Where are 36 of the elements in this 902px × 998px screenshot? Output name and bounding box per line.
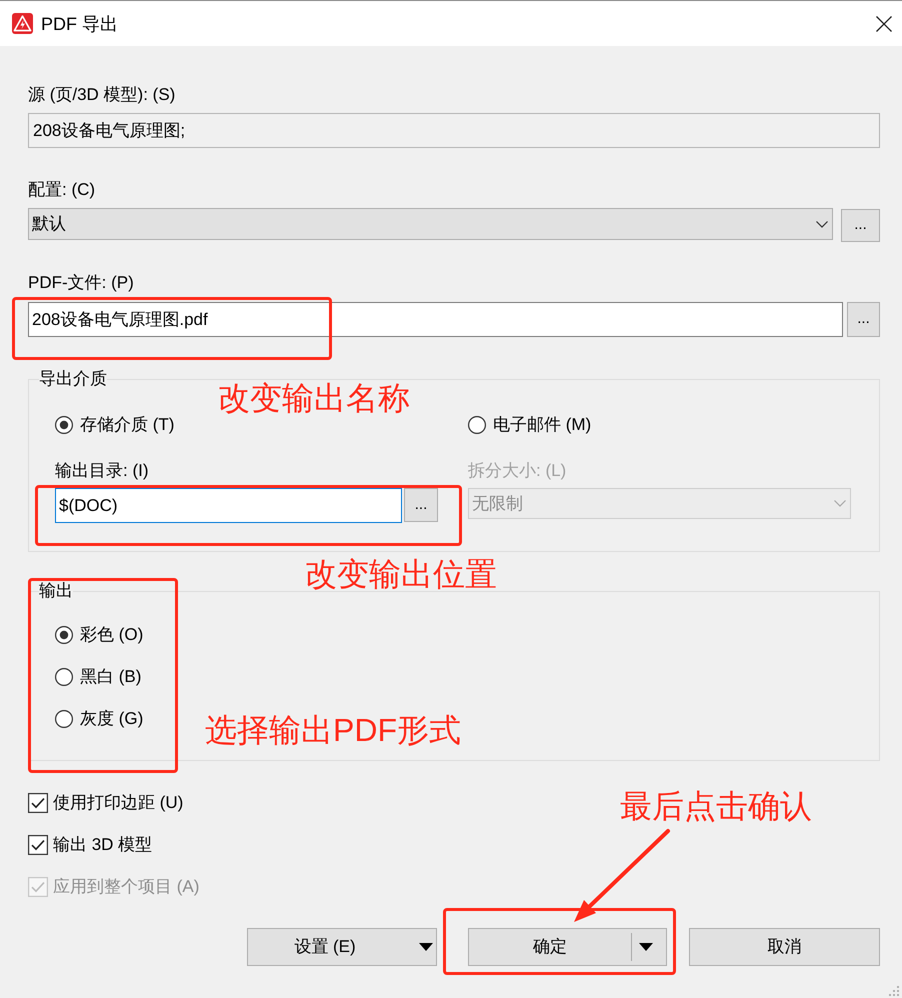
directory-field[interactable]: $(DOC)	[55, 488, 402, 523]
ok-button[interactable]: 确定	[468, 928, 667, 966]
app-logo-icon	[12, 13, 33, 34]
cancel-button[interactable]: 取消	[689, 928, 880, 966]
group-title: 导出介质	[39, 368, 107, 390]
radio-option[interactable]: 黑白 (B)	[55, 665, 142, 689]
group-title: 输出	[39, 580, 73, 602]
field-label: PDF-文件: (P)	[28, 273, 135, 293]
field-label: 拆分大小: (L)	[468, 461, 568, 481]
caret-down-icon	[639, 943, 653, 951]
annotation-text: 改变输出位置	[305, 556, 497, 592]
browse-button[interactable]: ...	[404, 488, 438, 522]
source-field[interactable]: 208设备电气原理图;	[28, 113, 880, 148]
configuration-dropdown[interactable]: 默认	[28, 208, 833, 240]
settings-button[interactable]: 设置 (E)	[247, 928, 437, 966]
window-title: PDF 导出	[41, 12, 118, 36]
field-label: 源 (页/3D 模型): (S)	[28, 85, 176, 105]
chevron-down-icon	[816, 220, 828, 228]
radio-option[interactable]: 电子邮件 (M)	[468, 413, 592, 437]
annotation-text: 最后点击确认	[620, 788, 812, 824]
radio-option[interactable]: 彩色 (O)	[55, 623, 144, 647]
annotation-text: 改变输出名称	[218, 380, 410, 416]
checkbox-option[interactable]: 使用打印边距 (U)	[28, 791, 184, 815]
caret-down-icon	[419, 943, 433, 951]
chevron-down-icon	[834, 500, 846, 507]
checkbox-option[interactable]: 输出 3D 模型	[28, 833, 152, 857]
annotation-text: 选择输出PDF形式	[205, 712, 461, 748]
radio-option[interactable]: 灰度 (G)	[55, 707, 144, 731]
field-label: 配置: (C)	[28, 180, 96, 200]
close-icon[interactable]	[876, 16, 892, 32]
resize-grip-icon[interactable]	[888, 985, 900, 997]
browse-button[interactable]: ...	[847, 302, 880, 337]
radio-option[interactable]: 存储介质 (T)	[55, 413, 174, 437]
browse-button[interactable]: ...	[841, 209, 880, 242]
file-name-field[interactable]: 208设备电气原理图.pdf	[28, 302, 843, 337]
field-label: 输出目录: (I)	[55, 461, 150, 481]
